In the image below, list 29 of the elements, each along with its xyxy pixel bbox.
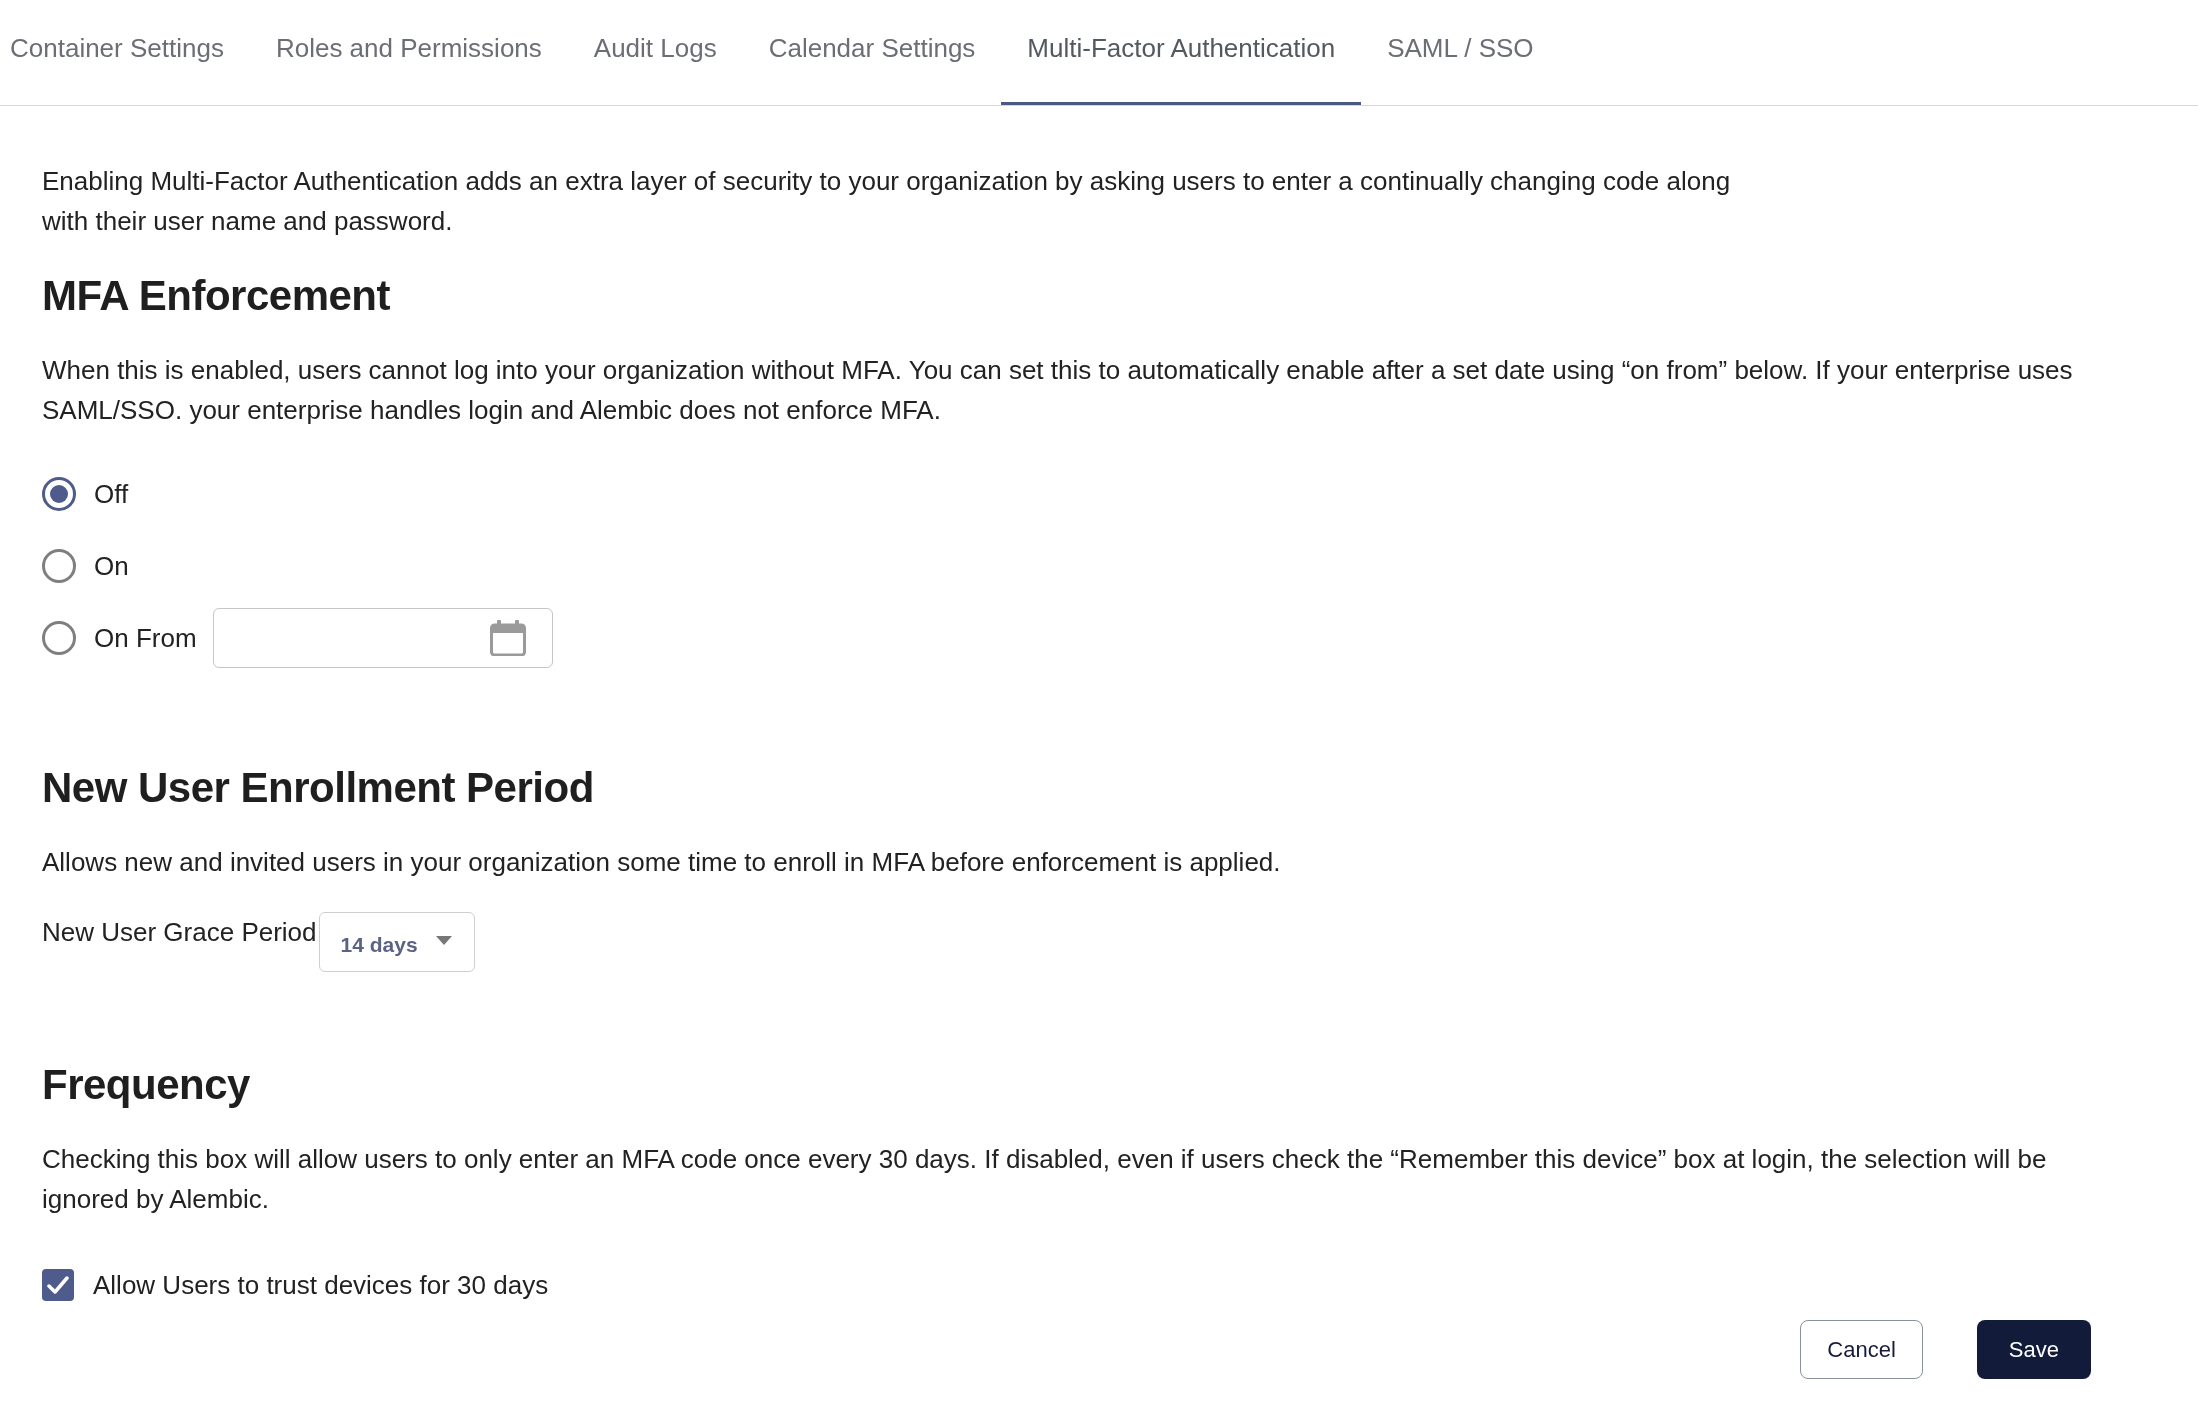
section-heading: New User Enrollment Period <box>42 763 595 813</box>
checkbox-label: Allow Users to trust devices for 30 days <box>93 1269 549 1302</box>
checkbox[interactable] <box>42 1269 74 1301</box>
date-field[interactable] <box>212 608 553 668</box>
calendar-icon <box>489 620 526 656</box>
option-label: On <box>94 550 129 583</box>
option-label: On From <box>94 622 197 655</box>
section-heading: Frequency <box>42 1060 251 1110</box>
tab[interactable]: Roles and Permissions <box>249 0 568 105</box>
option-label: Off <box>94 478 129 511</box>
radio-button[interactable] <box>42 549 76 583</box>
tab[interactable]: Container Settings <box>0 0 250 105</box>
tab[interactable]: Multi-Factor Authentication <box>1001 0 1362 105</box>
radio-button[interactable] <box>42 621 76 655</box>
tab[interactable]: Audit Logs <box>567 0 743 105</box>
intro-text: Enabling Multi-Factor Authentication adds an extra layer of security to your organization by asking users to enter a continually changing code along with their user name and password. <box>42 165 1732 238</box>
section-description: When this is enabled, users cannot log into your organization without MFA. You can set this to automatically enable after a set date using “on from” below. If your enterprise uses SAML/SSO. your enterprise handles login and Alembic does not enforce MFA. <box>42 354 2074 427</box>
checkmark-icon <box>47 1275 69 1295</box>
field-label: New User Grace Period <box>42 916 317 949</box>
radio-button[interactable] <box>42 477 76 511</box>
tab[interactable]: SAML / SSO <box>1361 0 1560 105</box>
cancel-button[interactable]: Cancel <box>1800 1320 1923 1379</box>
section-description: Checking this box will allow users to only enter an MFA code once every 30 days. If disabled, even if users check the “Remember this device” box at login, the selection will be ignored by Alembic. <box>42 1143 2048 1216</box>
tab[interactable]: Calendar Settings <box>742 0 1002 105</box>
caret-icon <box>435 935 452 945</box>
section-description: Allows new and invited users in your organization some time to enroll in MFA before enforcement is applied. <box>42 846 1282 879</box>
grace-period-dropdown[interactable]: 14 days <box>318 912 475 972</box>
save-button[interactable]: Save <box>1976 1320 2091 1379</box>
section-heading: MFA Enforcement <box>42 271 391 321</box>
